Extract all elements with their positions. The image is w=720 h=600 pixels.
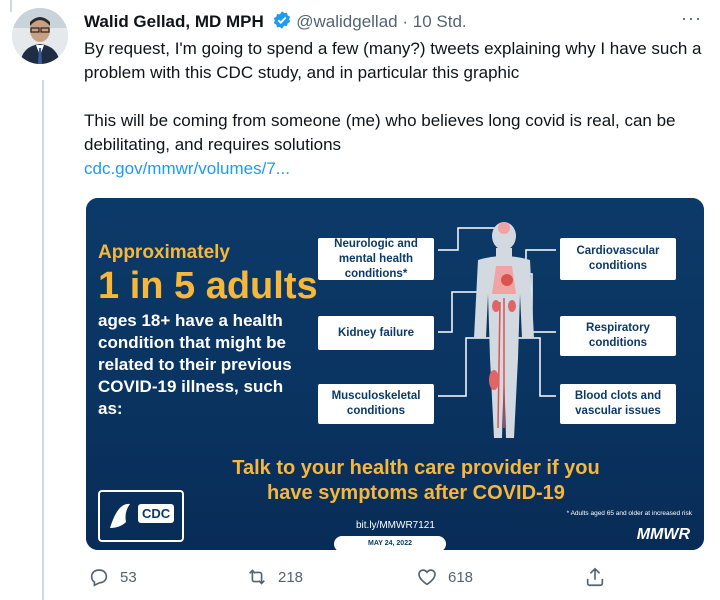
infographic-footnote: * Adults aged 65 and older at increased … [566,510,692,517]
tweet-text-paragraph-2: This will be coming from someone (me) wh… [84,111,676,154]
tweet-body: By request, I'm going to spend a few (ma… [84,37,704,181]
condition-blood-clots: Blood clots and vascular issues [560,384,676,424]
share-button[interactable] [584,566,606,588]
verified-badge-icon [272,10,292,36]
more-options-icon[interactable]: ··· [681,8,702,29]
avatar[interactable] [12,8,68,64]
author-name[interactable]: Walid Gellad, MD MPH [84,12,264,31]
condition-musculoskeletal: Musculoskeletal conditions [318,384,434,424]
mmwr-logo: MMWR [636,526,690,543]
reply-count: 53 [120,568,137,586]
condition-kidney: Kidney failure [318,316,434,350]
condition-neurologic: Neurologic and mental health conditions* [318,238,434,280]
reply-button[interactable]: 53 [88,566,137,588]
infographic-date: MAY 24, 2022 [334,536,446,550]
human-figure [474,222,534,438]
tweet-time[interactable]: 10 Std. [413,12,467,31]
tweet-link[interactable]: cdc.gov/mmwr/volumes/7... [84,157,704,181]
cdc-logo-text: CDC [138,504,175,523]
avatar-image [12,8,68,64]
author-handle[interactable]: @walidgellad [296,12,397,31]
tweet-actions: 53 218 618 [84,566,644,590]
cdc-logo: CDC [98,490,184,542]
tweet-text-paragraph-1: By request, I'm going to spend a few (ma… [84,39,702,82]
infographic-cta: Talk to your health care provider if you… [232,457,600,504]
heart-icon [418,569,436,586]
infographic-short-link: bit.ly/MMWR7121 [356,520,435,531]
retweet-count: 218 [278,568,304,586]
tweet-header: Walid Gellad, MD MPH @walidgellad · 10 S… [84,10,467,36]
condition-cardiovascular: Cardiovascular conditions [560,238,676,280]
like-button[interactable]: 618 [416,566,473,588]
tweet-media-image[interactable]: Approximately 1 in 5 adults ages 18+ hav… [86,198,704,550]
thread-connector [42,80,44,600]
like-count: 618 [448,568,474,586]
share-icon [586,567,604,587]
thread-connector-top [10,0,12,12]
retweet-icon [249,569,265,585]
header-separator: · [402,12,409,31]
retweet-button[interactable]: 218 [246,566,303,588]
condition-respiratory: Respiratory conditions [560,316,676,356]
reply-icon [90,569,108,587]
